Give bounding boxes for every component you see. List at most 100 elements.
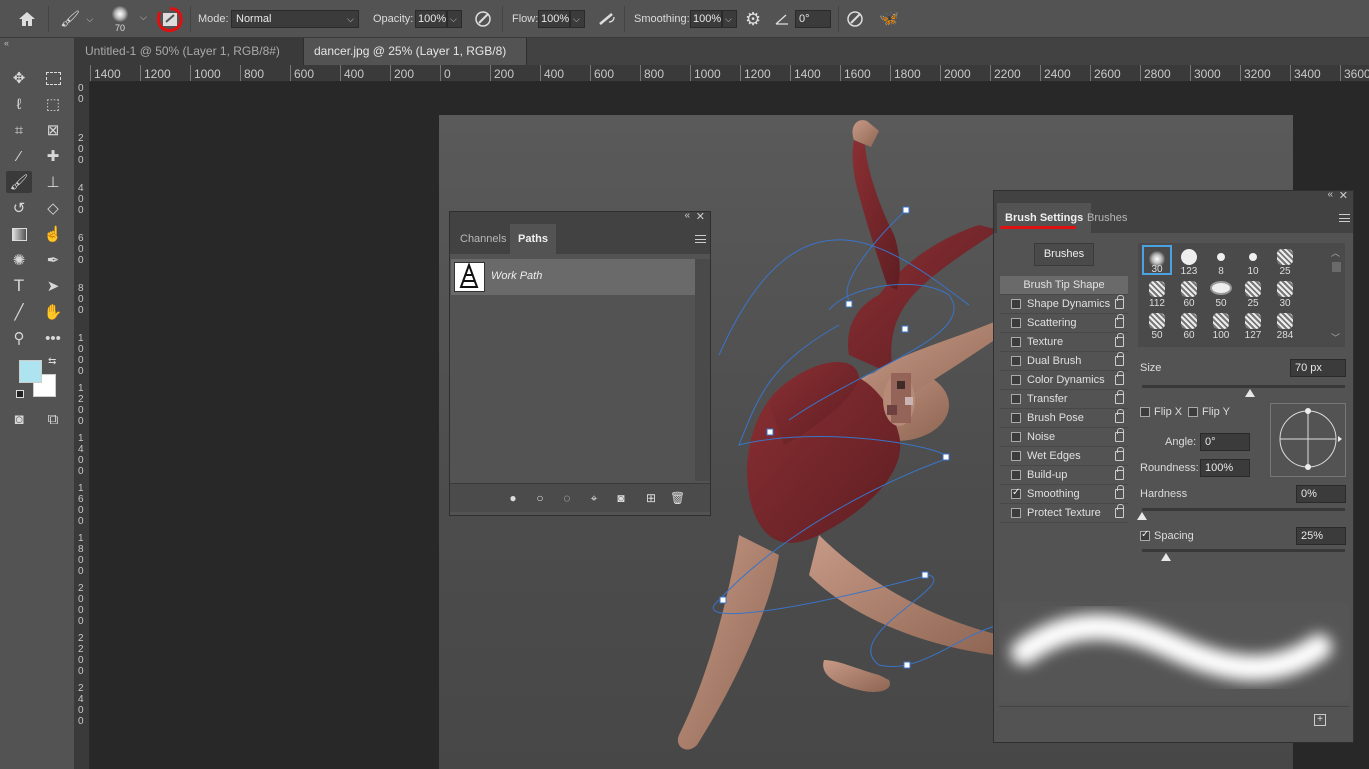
collapse-icon[interactable]: « [4,38,9,48]
brush-preset[interactable]: 127 [1238,309,1268,341]
close-icon[interactable]: ✕ [1339,189,1348,202]
stroke-path-button[interactable]: ○ [533,491,547,505]
path-list-item[interactable]: Work Path [451,259,695,295]
smudge-tool[interactable]: ☝ [40,223,66,245]
flow-dropdown[interactable]: ⌵ [570,10,585,28]
move-tool[interactable]: ✥ [6,67,32,89]
add-mask-button[interactable]: ◙ [614,491,628,505]
brush-setting-brush-tip-shape[interactable]: Brush Tip Shape [1000,276,1128,295]
lock-icon[interactable] [1115,371,1124,385]
brush-setting-color-dynamics[interactable]: Color Dynamics [1000,371,1128,390]
zoom-tool[interactable]: ⚲ [6,327,32,349]
quick-mask-button[interactable]: ◙ [6,408,32,430]
brush-preset[interactable]: 60 [1174,309,1204,341]
brush-setting-build-up[interactable]: Build-up [1000,466,1128,485]
new-path-button[interactable]: ⊞ [644,491,658,505]
angle-control[interactable] [775,0,789,38]
brush-setting-wet-edges[interactable]: Wet Edges [1000,447,1128,466]
brush-preset[interactable]: 60 [1174,277,1204,309]
brush-preset[interactable]: 123 [1174,245,1204,277]
checkbox[interactable] [1011,375,1021,385]
lock-icon[interactable] [1115,352,1124,366]
lock-icon[interactable] [1115,504,1124,518]
lock-icon[interactable] [1115,466,1124,480]
delete-path-button[interactable]: 🗑 [670,491,685,505]
brush-setting-scattering[interactable]: Scattering [1000,314,1128,333]
lock-icon[interactable] [1115,390,1124,404]
clone-stamp-tool[interactable]: ⊥ [40,171,66,193]
checkbox[interactable] [1011,413,1021,423]
eraser-tool[interactable]: ◇ [40,197,66,219]
smoothing-field[interactable]: 100% [690,10,722,28]
opacity-dropdown[interactable]: ⌵ [447,10,462,28]
frame-tool[interactable]: ⊠ [40,119,66,141]
panel-menu-icon[interactable] [1339,214,1350,222]
spacing-slider[interactable] [1142,549,1345,552]
symmetry-button[interactable]: 🦋 [879,0,899,38]
type-tool[interactable]: T [6,275,32,297]
smoothing-options-button[interactable]: ⚙ [745,0,761,38]
brush-preset[interactable]: 50 [1142,309,1172,341]
preset-scrollbar[interactable]: ︿ ﹀ [1331,246,1343,344]
screen-mode-button[interactable]: ⧉ [40,408,66,430]
brush-setting-texture[interactable]: Texture [1000,333,1128,352]
line-tool[interactable]: ╱ [6,301,32,323]
brush-preset[interactable]: 10 [1238,245,1268,277]
brush-setting-brush-pose[interactable]: Brush Pose [1000,409,1128,428]
tab-channels[interactable]: Channels [452,224,514,254]
size-slider-knob[interactable] [1244,389,1255,397]
spacing-field[interactable]: 25% [1296,527,1346,545]
healing-brush-tool[interactable]: ✚ [40,145,66,167]
home-button[interactable] [17,0,37,38]
brush-settings-toggle[interactable] [153,0,187,38]
lasso-tool[interactable]: ℓ [6,93,32,115]
tab-dancer[interactable]: dancer.jpg @ 25% (Layer 1, RGB/8) *× [304,38,527,85]
brush-preset-picker[interactable]: 70 [112,0,128,38]
make-work-path-button[interactable]: ⌖ [587,491,601,505]
checkbox[interactable] [1011,299,1021,309]
angle-field[interactable]: 0° [1200,433,1250,451]
object-selection-tool[interactable]: ⬚ [40,93,66,115]
flow-field[interactable]: 100% [538,10,570,28]
collapse-icon[interactable]: « [1327,189,1333,200]
hardness-slider-knob[interactable] [1137,512,1147,520]
brush-setting-shape-dynamics[interactable]: Shape Dynamics [1000,295,1128,314]
horizontal-ruler[interactable]: 1400 1200 1000 800 600 400 200 0 200 400 600 800 100… [90,65,1369,82]
hardness-field[interactable]: 0% [1296,485,1346,503]
lock-icon[interactable] [1115,314,1124,328]
lock-icon[interactable] [1115,447,1124,461]
checkbox[interactable] [1011,337,1021,347]
mode-select[interactable]: Normal ⌵ [231,10,359,28]
brush-preset[interactable]: 112 [1142,277,1172,309]
angle-field[interactable]: 0° [795,10,831,28]
checkbox[interactable] [1140,529,1150,541]
checkbox[interactable] [1011,394,1021,404]
lock-icon[interactable] [1115,485,1124,499]
tab-brushes[interactable]: Brushes [1079,203,1135,233]
vertical-ruler[interactable]: 0 0 2 0 0 4 0 0 6 0 0 8 0 0 1 0 0 0 1 2 0 0 1 4… [75,82,90,769]
checkbox[interactable] [1011,356,1021,366]
tool-preset-picker[interactable]: 🖌 ⌵ [60,0,93,38]
checkbox[interactable] [1140,407,1150,417]
path-selection-tool[interactable]: ➤ [40,275,66,297]
history-brush-tool[interactable]: ↺ [6,197,32,219]
marquee-tool[interactable] [40,67,66,89]
airbrush-button[interactable] [597,0,617,38]
brush-preset[interactable]: 284 [1270,309,1300,341]
brush-setting-protect-texture[interactable]: Protect Texture [1000,504,1128,523]
brush-setting-dual-brush[interactable]: Dual Brush [1000,352,1128,371]
flip-y-checkbox[interactable]: Flip Y [1188,406,1230,418]
brush-setting-transfer[interactable]: Transfer [1000,390,1128,409]
panel-menu-icon[interactable] [695,235,706,243]
hardness-slider[interactable] [1142,508,1345,511]
pressure-size-button[interactable] [846,0,864,38]
brush-tool[interactable]: 🖌 [6,171,32,193]
collapse-icon[interactable]: « [684,210,690,221]
checkbox[interactable] [1011,487,1021,499]
brush-preset[interactable]: 8 [1206,245,1236,277]
more-tools-button[interactable]: ••• [40,327,66,349]
smoothing-dropdown[interactable]: ⌵ [722,10,737,28]
tab-untitled-1[interactable]: Untitled-1 @ 50% (Layer 1, RGB/8#) *× [75,38,304,85]
foreground-color-swatch[interactable] [19,360,42,383]
spacing-checkbox[interactable]: Spacing [1140,529,1194,542]
